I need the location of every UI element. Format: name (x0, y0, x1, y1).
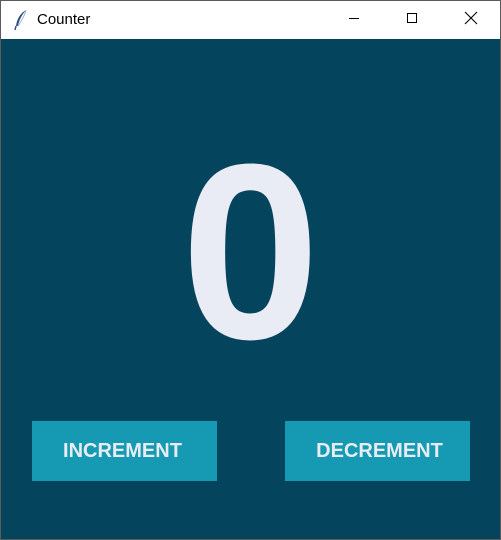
close-icon (464, 11, 478, 30)
maximize-button[interactable] (389, 1, 435, 39)
app-window: Counter 0 INCREMENT DECREMENT (0, 0, 501, 540)
maximize-icon (406, 11, 418, 29)
counter-display: 0 (180, 112, 321, 391)
minimize-button[interactable] (331, 1, 377, 39)
main-content: 0 INCREMENT DECREMENT (1, 39, 500, 539)
increment-button[interactable]: INCREMENT (32, 421, 217, 481)
decrement-button[interactable]: DECREMENT (285, 421, 470, 481)
close-button[interactable] (448, 1, 494, 39)
feather-icon (13, 9, 29, 31)
title-bar[interactable]: Counter (1, 1, 500, 39)
window-title: Counter (37, 11, 91, 28)
minimize-icon (348, 11, 360, 29)
